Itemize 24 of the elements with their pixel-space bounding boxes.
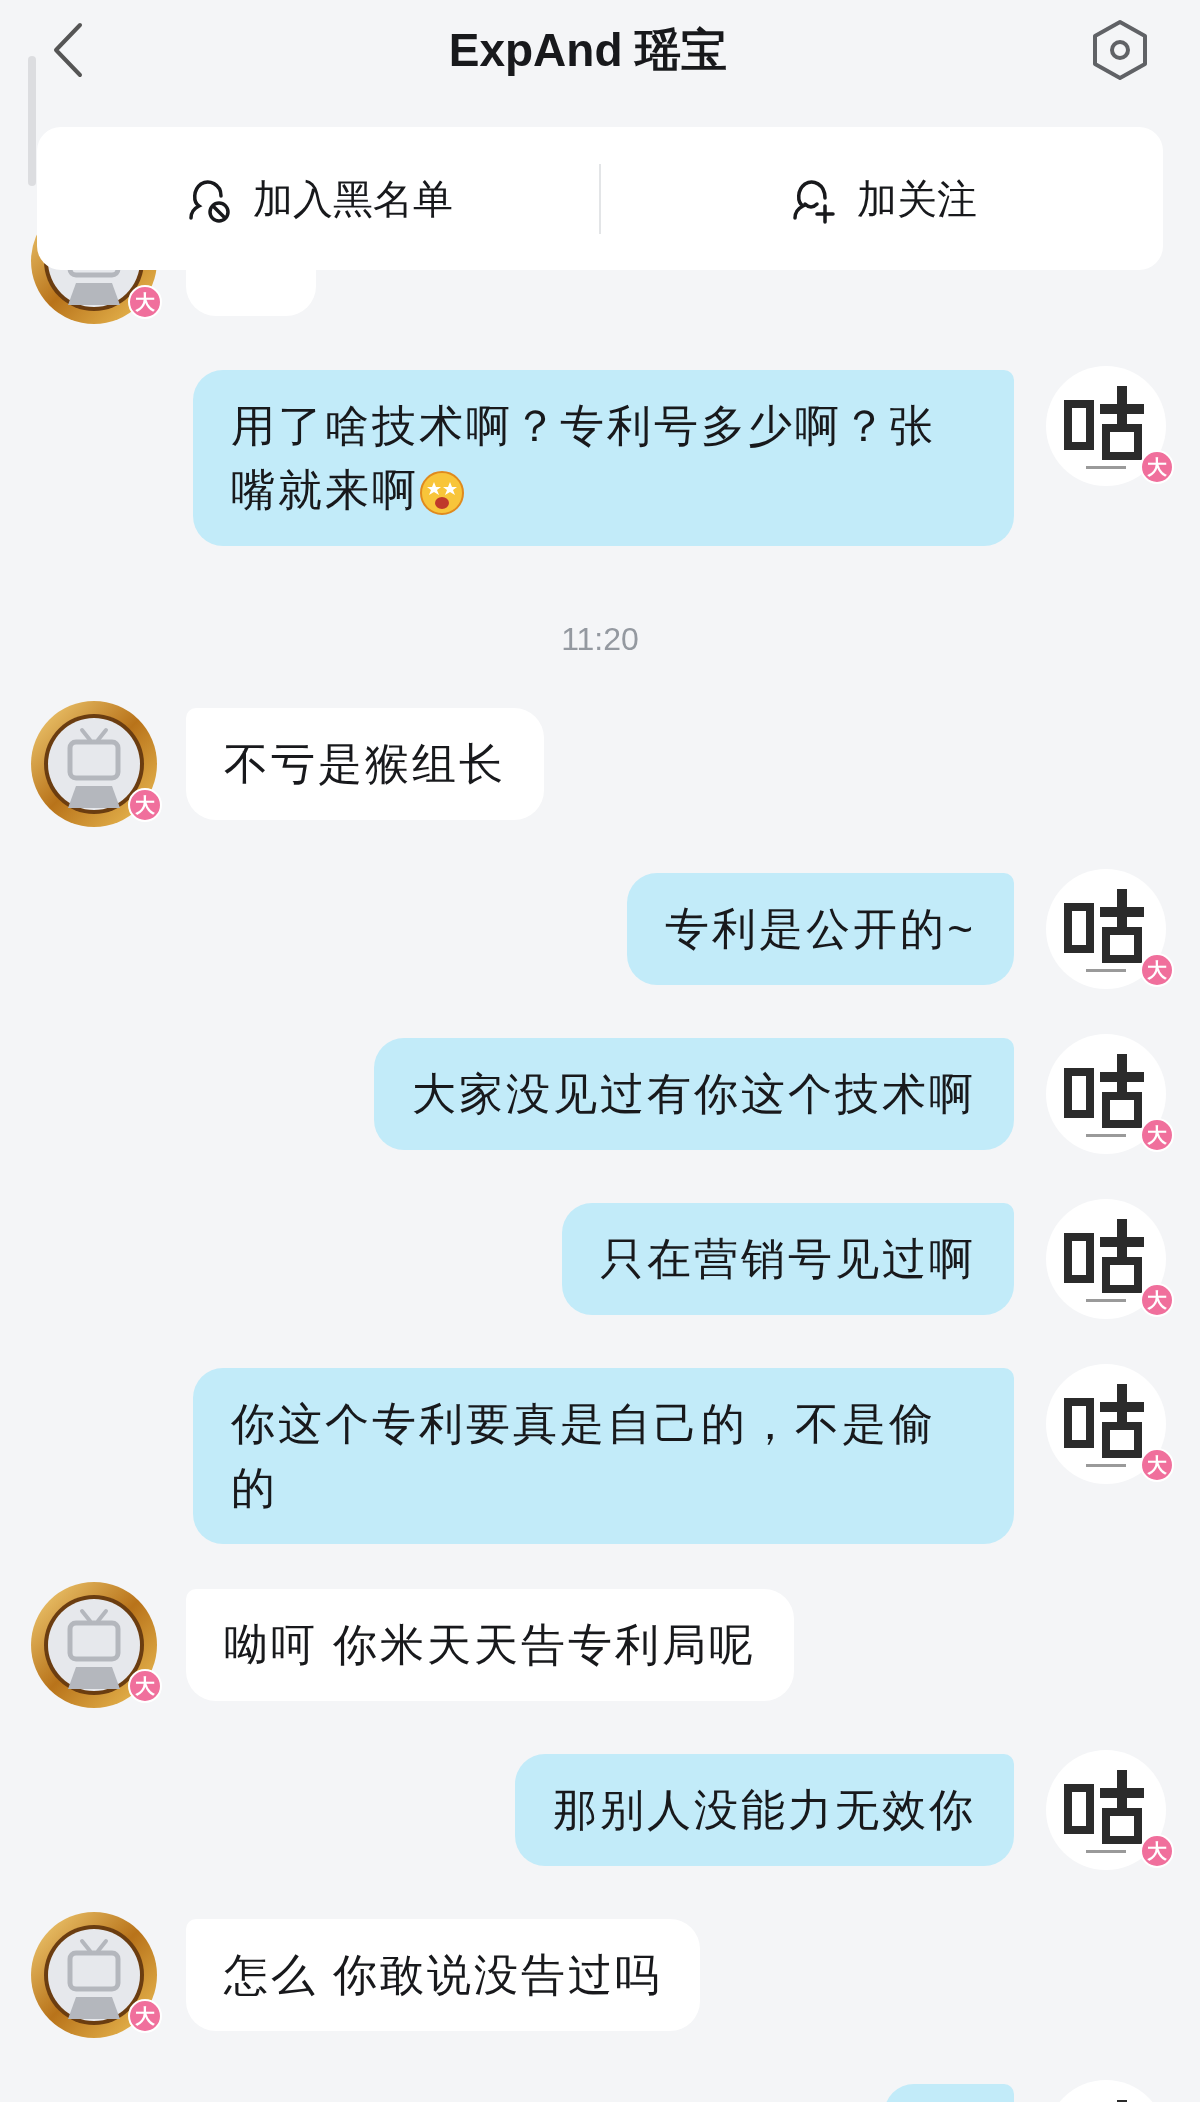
level-badge: 大 [1140,450,1174,484]
message-bubble: 你这个专利要真是自己的，不是偷的 [193,1368,1014,1544]
level-badge: 大 [1140,1834,1174,1868]
message-bubble: 大家没见过有你这个技术啊 [374,1038,1014,1150]
level-badge: 大 [128,1669,162,1703]
message-bubble: 呦呵 你米天天告专利局呢 [186,1589,795,1701]
settings-icon[interactable] [1090,19,1150,81]
message-bubble: 那别人没能力无效你 [515,1754,1014,1866]
level-badge: 大 [128,1999,162,2033]
level-badge: 大 [1140,953,1174,987]
message-bubble: 不亏是猴组长 [186,708,544,820]
level-badge: 大 [128,285,162,319]
message-bubble: 用了啥技术啊？专利号多少啊？张嘴就来啊 [193,370,1014,546]
message-bubble: 只在营销号见过啊 [562,1203,1014,1315]
level-badge: 大 [128,788,162,822]
level-badge: 大 [1140,1118,1174,1152]
window-title: ExpAnd 瑶宝 [448,22,728,78]
block-button[interactable]: 加入黑名单 [37,168,599,229]
follow-button[interactable]: 加关注 [601,168,1163,229]
message-bubble: 怎么 你敢说没告过吗 [186,1919,701,2031]
level-badge: 大 [1140,1283,1174,1317]
timestamp: 11:20 [561,620,639,659]
message-bubble: 专利是公开的~ [627,873,1014,985]
level-badge: 大 [1140,1448,1174,1482]
